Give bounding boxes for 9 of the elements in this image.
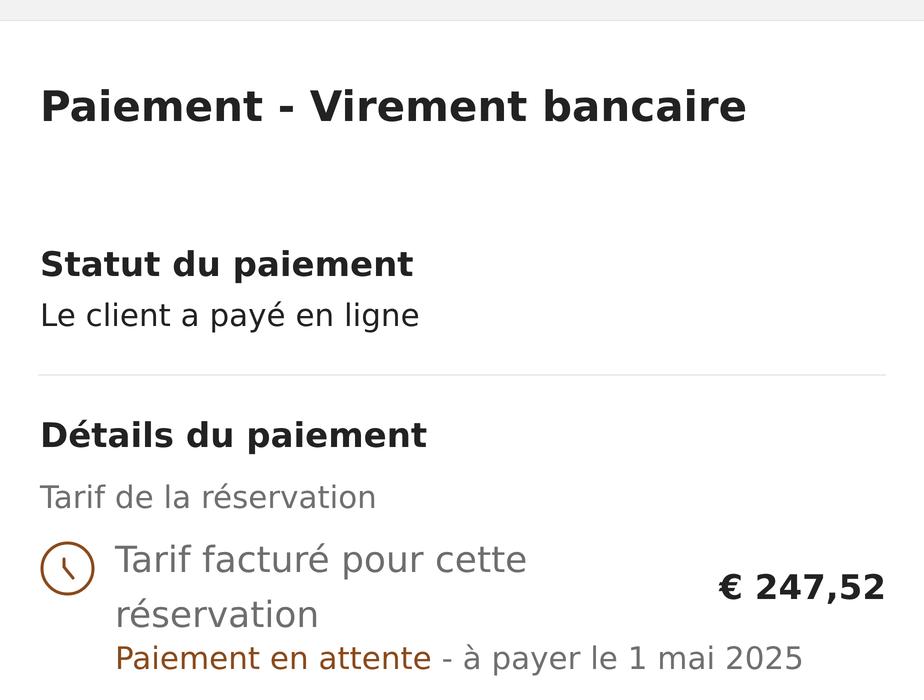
fee-amount: € 247,52 — [719, 568, 886, 608]
status-text: Le client a payé en ligne — [40, 298, 421, 334]
clock-icon — [40, 541, 95, 596]
page-title: Paiement - Virement bancaire — [40, 81, 748, 133]
fee-label: Tarif facturé pour cette réservation — [115, 539, 528, 638]
fee-subheading: Tarif de la réservation — [40, 480, 378, 516]
payment-status-line: Paiement en attente - à payer le 1 mai 2025 — [115, 642, 805, 676]
section-heading: Détails du paiement — [40, 416, 428, 456]
section-heading: Statut du paiement — [40, 245, 415, 285]
